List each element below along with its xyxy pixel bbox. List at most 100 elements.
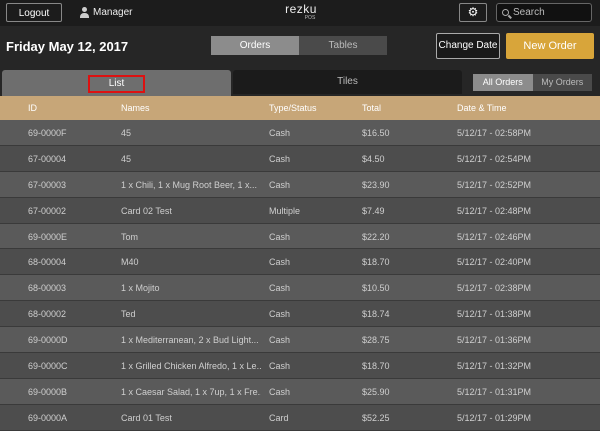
cell-type: Card bbox=[269, 412, 289, 423]
cell-datetime: 5/12/17 - 02:38PM bbox=[457, 283, 532, 294]
table-row[interactable]: 69-0000A Card 01 Test Card $52.25 5/12/1… bbox=[0, 404, 600, 431]
change-date-button[interactable]: Change Date bbox=[436, 33, 500, 59]
logo-name: rezku bbox=[285, 2, 317, 16]
current-date: Friday May 12, 2017 bbox=[6, 39, 129, 54]
user-name: Manager bbox=[93, 7, 133, 18]
cell-datetime: 5/12/17 - 02:52PM bbox=[457, 179, 532, 190]
search-input[interactable] bbox=[513, 7, 588, 18]
cell-id: 68-00003 bbox=[28, 283, 67, 294]
table-row[interactable]: 69-0000B 1 x Caesar Salad, 1 x 7up, 1 x … bbox=[0, 378, 600, 405]
search-icon bbox=[502, 9, 509, 16]
cell-datetime: 5/12/17 - 02:48PM bbox=[457, 205, 532, 216]
cell-total: $52.25 bbox=[362, 412, 390, 423]
table-row[interactable]: 67-00003 1 x Chili, 1 x Mug Root Beer, 1… bbox=[0, 171, 600, 198]
cell-total: $28.75 bbox=[362, 335, 390, 346]
cell-id: 69-0000E bbox=[28, 231, 68, 242]
cell-datetime: 5/12/17 - 01:32PM bbox=[457, 361, 532, 372]
logo: rezku POS bbox=[281, 3, 321, 21]
cell-names: 1 x Mediterranean, 2 x Bud Light... bbox=[121, 335, 259, 346]
cell-id: 67-00002 bbox=[28, 205, 67, 216]
table-row[interactable]: 69-0000C 1 x Grilled Chicken Alfredo, 1 … bbox=[0, 353, 600, 379]
cell-datetime: 5/12/17 - 01:31PM bbox=[457, 386, 532, 397]
cell-id: 68-00002 bbox=[28, 309, 67, 320]
table-row[interactable]: 68-00004 M40 Cash $18.70 5/12/17 - 02:40… bbox=[0, 249, 600, 276]
cell-id: 69-0000F bbox=[28, 128, 67, 138]
top-bar: Logout Manager rezku POS ⚙ bbox=[0, 0, 600, 26]
table-header: ID Names Type/Status Total Date & Time bbox=[0, 96, 600, 120]
settings-button[interactable]: ⚙ bbox=[459, 3, 487, 22]
cell-id: 68-00004 bbox=[28, 257, 67, 268]
cell-total: $22.20 bbox=[362, 231, 390, 242]
cell-type: Cash bbox=[269, 179, 291, 190]
cell-id: 69-0000C bbox=[28, 361, 68, 372]
cell-datetime: 5/12/17 - 01:36PM bbox=[457, 335, 532, 346]
cell-total: $16.50 bbox=[362, 128, 390, 138]
cell-type: Cash bbox=[269, 309, 291, 320]
cell-type: Cash bbox=[269, 386, 291, 397]
cell-id: 69-0000D bbox=[28, 335, 68, 346]
orders-table: 69-0000F 45 Cash $16.50 5/12/17 - 02:58P… bbox=[0, 120, 600, 431]
cell-total: $18.74 bbox=[362, 309, 390, 320]
cell-id: 67-00003 bbox=[28, 179, 67, 190]
cell-names: Tom bbox=[121, 231, 139, 242]
table-row[interactable]: 68-00003 1 x Mojito Cash $10.50 5/12/17 … bbox=[0, 275, 600, 302]
cell-type: Cash bbox=[269, 257, 291, 268]
display-tabs: List Tiles All Orders My Orders bbox=[0, 68, 600, 96]
cell-names: Card 01 Test bbox=[121, 412, 172, 423]
cell-id: 67-00004 bbox=[28, 153, 67, 164]
tab-list[interactable]: List bbox=[2, 70, 231, 96]
filter-all-orders[interactable]: All Orders bbox=[473, 74, 533, 91]
header-names[interactable]: Names bbox=[121, 103, 261, 113]
tab-list-label: List bbox=[88, 75, 145, 93]
filter-my-orders[interactable]: My Orders bbox=[532, 74, 592, 91]
cell-names: 1 x Chili, 1 x Mug Root Beer, 1 x... bbox=[121, 179, 258, 190]
cell-type: Cash bbox=[269, 231, 291, 242]
view-switch: Orders Tables bbox=[211, 36, 387, 55]
cell-total: $25.90 bbox=[362, 386, 390, 397]
table-row[interactable]: 67-00004 45 Cash $4.50 5/12/17 - 02:54PM bbox=[0, 145, 600, 172]
cell-type: Cash bbox=[269, 361, 291, 372]
cell-type: Cash bbox=[269, 128, 291, 138]
header-type-status[interactable]: Type/Status bbox=[269, 103, 354, 113]
table-row[interactable]: 68-00002 Ted Cash $18.74 5/12/17 - 01:38… bbox=[0, 301, 600, 328]
header-date-time[interactable]: Date & Time bbox=[457, 103, 597, 113]
cell-id: 69-0000B bbox=[28, 386, 68, 397]
tab-orders[interactable]: Orders bbox=[211, 36, 299, 55]
cell-names: 45 bbox=[121, 153, 132, 164]
cell-type: Cash bbox=[269, 283, 291, 294]
cell-datetime: 5/12/17 - 02:54PM bbox=[457, 153, 532, 164]
table-row[interactable]: 69-0000D 1 x Mediterranean, 2 x Bud Ligh… bbox=[0, 327, 600, 354]
cell-datetime: 5/12/17 - 01:29PM bbox=[457, 412, 532, 423]
cell-names: 45 bbox=[121, 128, 132, 138]
cell-id: 69-0000A bbox=[28, 412, 68, 423]
tab-tables[interactable]: Tables bbox=[299, 36, 387, 55]
table-row[interactable]: 69-0000E Tom Cash $22.20 5/12/17 - 02:46… bbox=[0, 223, 600, 250]
cell-total: $4.50 bbox=[362, 153, 385, 164]
logout-button[interactable]: Logout bbox=[6, 3, 62, 22]
user-icon bbox=[80, 7, 89, 18]
user-menu[interactable]: Manager bbox=[80, 3, 132, 22]
search-box[interactable] bbox=[496, 3, 592, 22]
cell-datetime: 5/12/17 - 02:40PM bbox=[457, 257, 532, 268]
cell-names: 1 x Grilled Chicken Alfredo, 1 x Le... bbox=[121, 361, 261, 372]
cell-names: Card 02 Test bbox=[121, 205, 172, 216]
table-row[interactable]: 67-00002 Card 02 Test Multiple $7.49 5/1… bbox=[0, 197, 600, 224]
sub-bar: Friday May 12, 2017 Orders Tables Change… bbox=[0, 26, 600, 68]
cell-names: M40 bbox=[121, 257, 139, 268]
cell-total: $18.70 bbox=[362, 257, 390, 268]
header-id[interactable]: ID bbox=[28, 103, 113, 113]
cell-names: 1 x Caesar Salad, 1 x 7up, 1 x Fre... bbox=[121, 386, 261, 397]
table-row[interactable]: 69-0000F 45 Cash $16.50 5/12/17 - 02:58P… bbox=[0, 120, 600, 146]
tab-tiles[interactable]: Tiles bbox=[233, 70, 462, 94]
order-filter: All Orders My Orders bbox=[473, 74, 592, 91]
gear-icon: ⚙ bbox=[467, 5, 479, 19]
cell-type: Cash bbox=[269, 153, 291, 164]
new-order-button[interactable]: New Order bbox=[506, 33, 594, 59]
cell-names: Ted bbox=[121, 309, 136, 320]
cell-type: Cash bbox=[269, 335, 291, 346]
cell-total: $10.50 bbox=[362, 283, 390, 294]
cell-total: $23.90 bbox=[362, 179, 390, 190]
cell-datetime: 5/12/17 - 02:58PM bbox=[457, 128, 532, 138]
cell-total: $7.49 bbox=[362, 205, 385, 216]
header-total[interactable]: Total bbox=[362, 103, 447, 113]
